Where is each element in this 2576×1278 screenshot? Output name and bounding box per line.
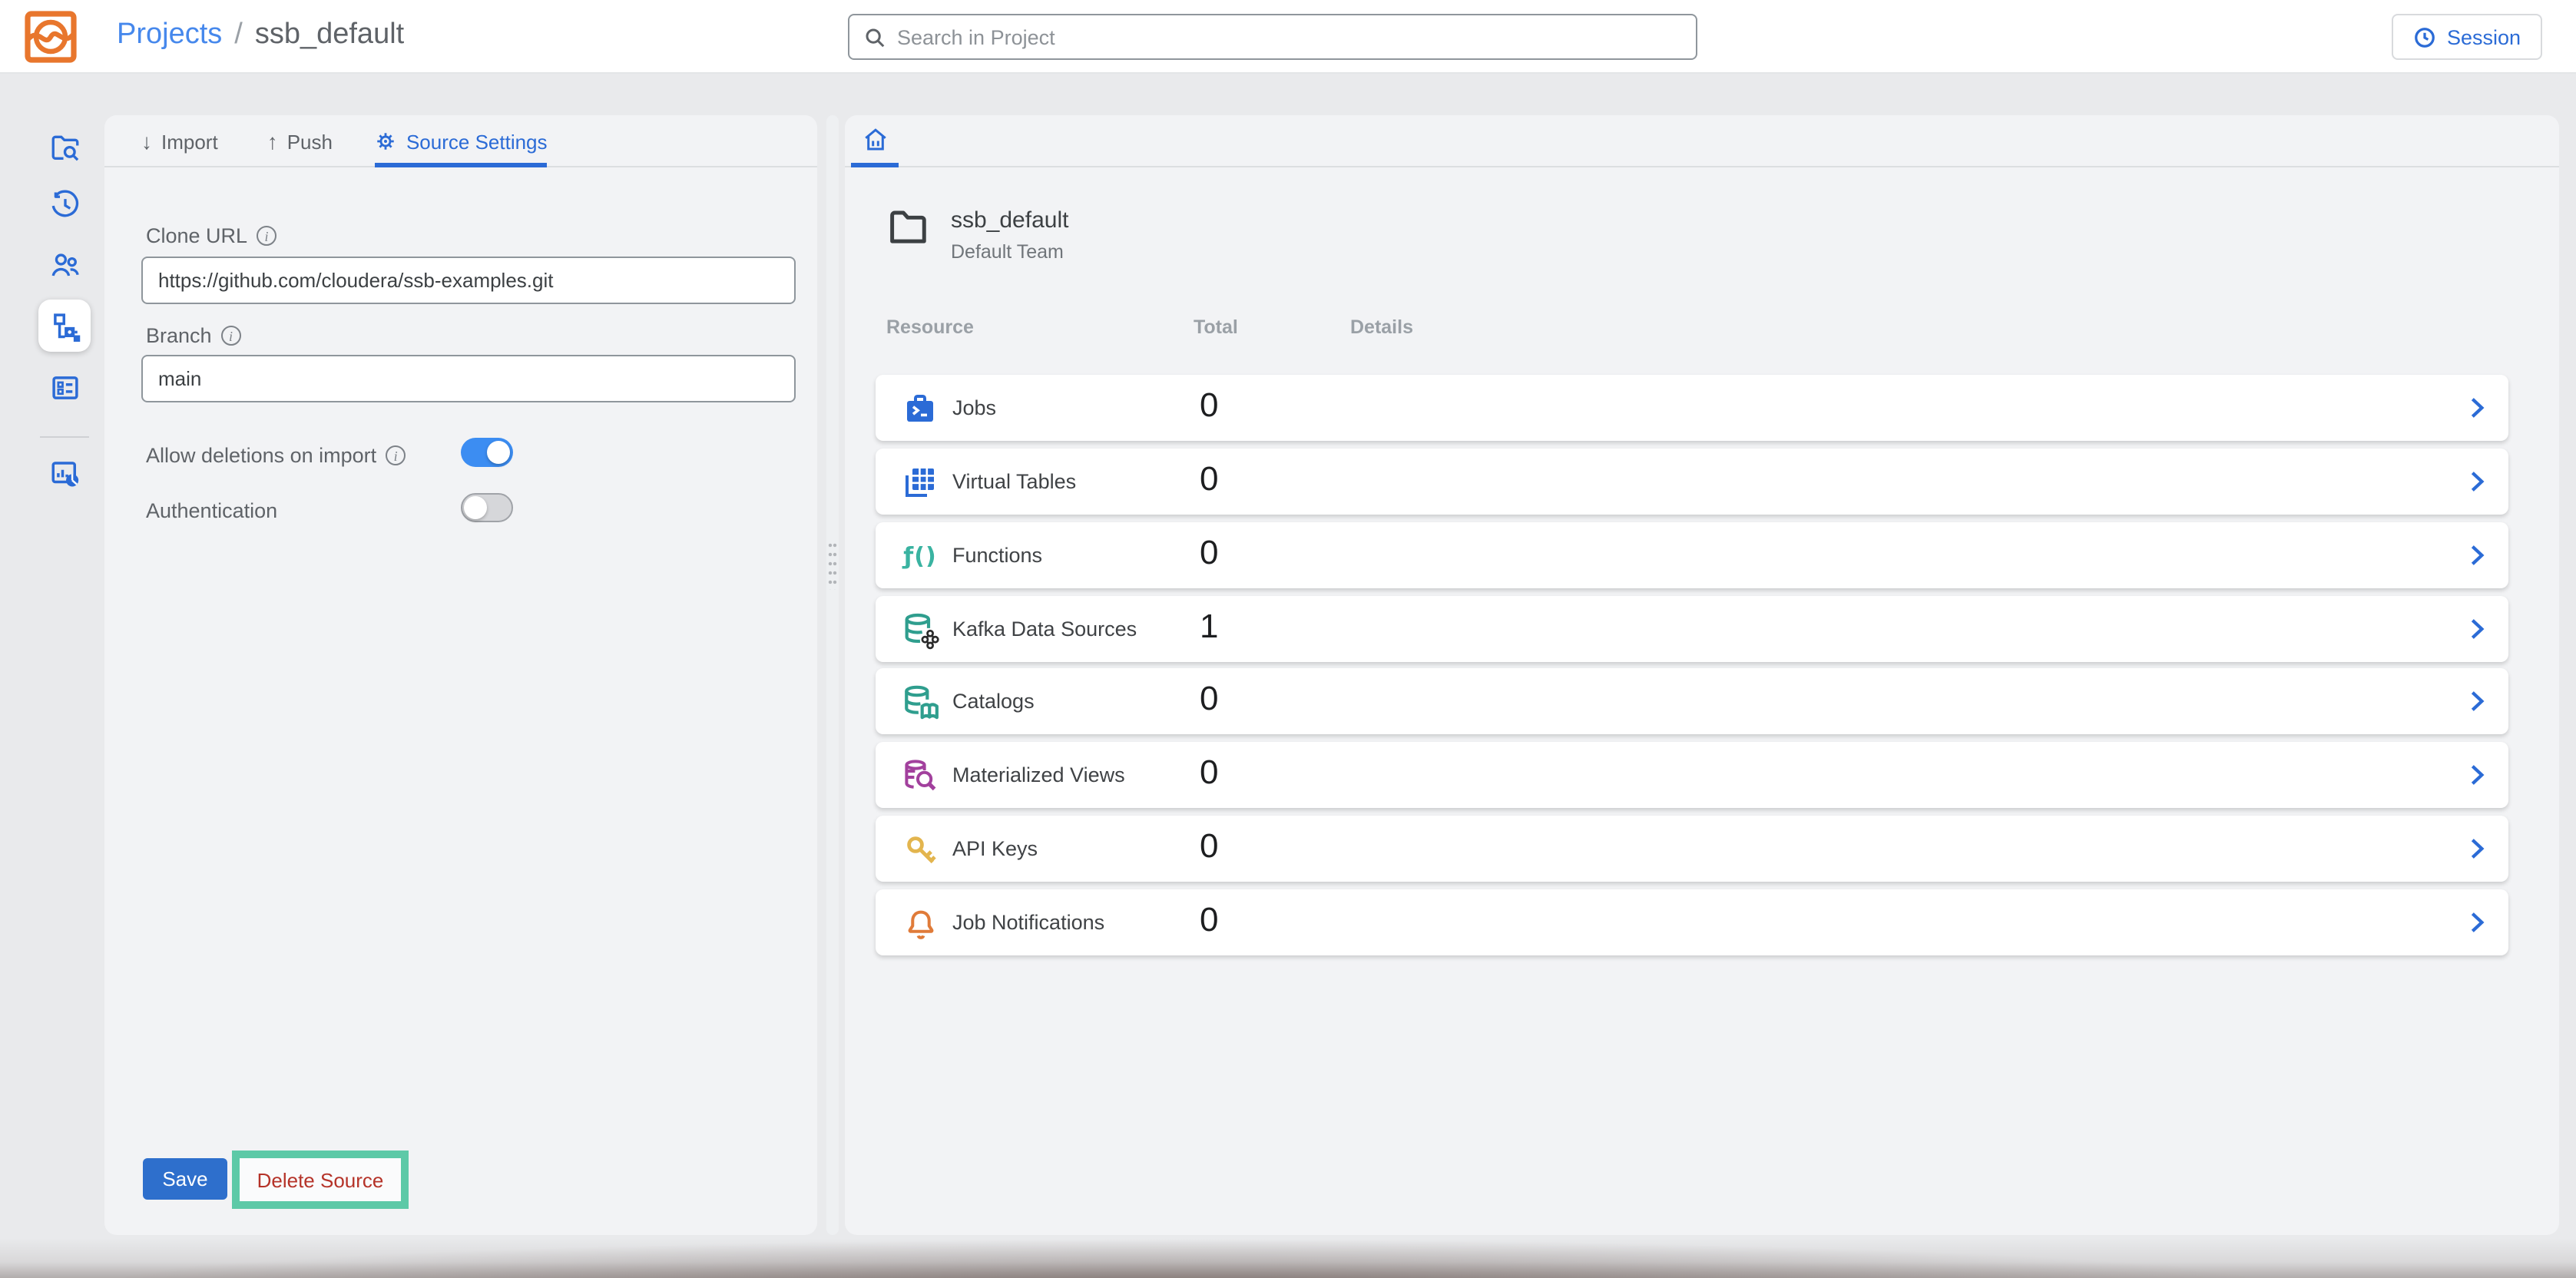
resource-row-functions[interactable]: ƒ() Functions 0 (876, 522, 2508, 588)
chevron-right-icon[interactable] (2464, 762, 2490, 788)
resource-row-jobs[interactable]: Jobs 0 (876, 375, 2508, 441)
authentication-toggle[interactable] (461, 493, 513, 522)
clone-url-label: Clone URL i (146, 224, 276, 247)
info-icon[interactable]: i (221, 326, 241, 346)
breadcrumb: Projects / ssb_default (117, 18, 404, 52)
users-icon (48, 248, 81, 280)
resource-row-catalogs[interactable]: Catalogs 0 (876, 668, 2508, 734)
resource-row-job-notifications[interactable]: Job Notifications 0 (876, 889, 2508, 955)
project-explorer-icon (48, 131, 81, 164)
resource-row-api-keys[interactable]: API Keys 0 (876, 816, 2508, 882)
save-button[interactable]: Save (143, 1158, 227, 1200)
chevron-right-icon[interactable] (2464, 909, 2490, 935)
sidebar-item-history[interactable] (38, 178, 91, 230)
session-button[interactable]: Session (2392, 14, 2542, 60)
info-icon[interactable]: i (257, 226, 276, 246)
drag-dots-icon (828, 541, 837, 590)
column-resource: Resource (886, 316, 974, 338)
resource-row-virtual-tables[interactable]: Virtual Tables 0 (876, 449, 2508, 515)
resource-row-kafka-data-sources[interactable]: Kafka Data Sources 1 (876, 596, 2508, 662)
tab-home[interactable] (851, 115, 899, 167)
project-search (848, 14, 1697, 60)
breadcrumb-separator: / (234, 18, 243, 52)
chevron-right-icon[interactable] (2464, 468, 2490, 495)
functions-icon: ƒ() (903, 542, 937, 570)
job-notifications-total: 0 (1200, 900, 1219, 940)
sidebar-item-monitoring[interactable] (38, 447, 91, 499)
api-keys-total: 0 (1200, 826, 1219, 866)
resource-row-materialized-views[interactable]: Materialized Views 0 (876, 742, 2508, 808)
project-home-panel: ssb_default Default Team Resource Total … (845, 115, 2559, 1235)
breadcrumb-current-project: ssb_default (255, 18, 404, 52)
branch-input[interactable] (141, 355, 796, 402)
catalogs-icon (901, 683, 939, 721)
left-panel-tabs: ↓ Import ↑ Push Source Settings (104, 115, 817, 167)
search-icon (863, 25, 886, 48)
clone-url-input[interactable] (141, 257, 796, 304)
sidebar-item-explorer[interactable] (38, 121, 91, 174)
allow-deletions-toggle[interactable] (461, 438, 513, 467)
tab-source-settings-label: Source Settings (406, 130, 548, 153)
bottom-window-shadow (0, 1238, 2576, 1278)
clock-icon (2413, 25, 2436, 48)
info-icon[interactable]: i (386, 445, 406, 465)
jobs-total: 0 (1200, 386, 1219, 425)
kafka-data-sources-total: 1 (1200, 607, 1219, 647)
virtual-tables-icon (902, 464, 939, 501)
gear-icon (376, 131, 397, 152)
session-button-label: Session (2447, 25, 2521, 48)
kafka-data-source-icon (901, 611, 939, 649)
materialized-views-total: 0 (1200, 753, 1219, 793)
ssb-logo[interactable] (23, 9, 78, 65)
git-settings-panel: ↓ Import ↑ Push Source Settings (104, 115, 817, 1235)
sidebar-item-source-control[interactable] (38, 300, 91, 352)
arrow-down-icon: ↓ (141, 129, 152, 154)
project-header: ssb_default Default Team (888, 207, 1068, 263)
delete-source-button[interactable]: Delete Source (257, 1168, 384, 1191)
catalogs-total: 0 (1200, 679, 1219, 719)
tab-push[interactable]: ↑ Push (267, 115, 333, 167)
top-header: Projects / ssb_default Session (0, 0, 2576, 74)
chevron-right-icon[interactable] (2464, 836, 2490, 862)
delete-source-highlight: Delete Source (232, 1151, 409, 1209)
source-control-icon (48, 310, 81, 342)
breadcrumb-projects-link[interactable]: Projects (117, 18, 222, 52)
project-name: ssb_default (951, 207, 1068, 233)
functions-total: 0 (1200, 533, 1219, 573)
sidebar-divider (40, 436, 89, 438)
panel-resizer-handle[interactable] (826, 115, 839, 1235)
column-total: Total (1194, 316, 1238, 338)
allow-deletions-label: Allow deletions on import i (146, 444, 406, 467)
notifications-icon (902, 906, 938, 941)
chevron-right-icon[interactable] (2464, 688, 2490, 714)
virtual-tables-total: 0 (1200, 459, 1219, 499)
right-panel-tabs (845, 115, 2559, 167)
arrow-up-icon: ↑ (267, 129, 278, 154)
project-team: Default Team (951, 241, 1068, 263)
chevron-right-icon[interactable] (2464, 542, 2490, 568)
sidebar-item-console[interactable] (38, 361, 91, 413)
column-details: Details (1350, 316, 1413, 338)
chevron-right-icon[interactable] (2464, 616, 2490, 642)
search-input[interactable] (897, 25, 1696, 48)
history-icon (48, 188, 81, 220)
branch-label: Branch i (146, 324, 241, 347)
app-root: Projects / ssb_default Session (0, 0, 2576, 1278)
sidebar-item-users[interactable] (38, 238, 91, 290)
tab-import-label: Import (161, 130, 218, 153)
jobs-icon (902, 390, 939, 427)
folder-icon (888, 207, 929, 246)
tab-source-settings[interactable]: Source Settings (376, 115, 548, 167)
monitoring-icon (48, 457, 81, 489)
console-icon (48, 371, 81, 403)
home-icon (861, 125, 889, 153)
chevron-right-icon[interactable] (2464, 395, 2490, 421)
authentication-label: Authentication (146, 499, 277, 522)
api-keys-icon (902, 831, 939, 868)
materialized-views-icon (902, 757, 939, 794)
tab-push-label: Push (287, 130, 333, 153)
tab-import[interactable]: ↓ Import (141, 115, 218, 167)
